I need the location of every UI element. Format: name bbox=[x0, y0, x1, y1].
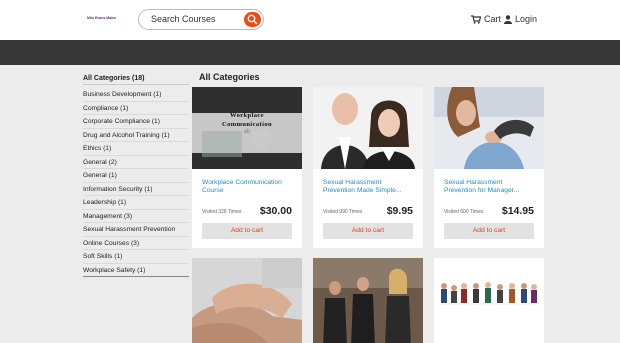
course-card[interactable] bbox=[192, 258, 302, 343]
category-item[interactable]: General (1) bbox=[83, 169, 189, 183]
course-title[interactable]: Workplace Communication Course bbox=[202, 179, 294, 195]
category-item[interactable]: Management (3) bbox=[83, 210, 189, 223]
login-label: Login bbox=[515, 14, 538, 24]
cart-icon bbox=[471, 14, 481, 24]
search-icon bbox=[247, 14, 258, 25]
site-logo[interactable]: Milo Evans Maine (MTM) bbox=[87, 15, 117, 21]
svg-text:ab: ab bbox=[244, 129, 251, 135]
course-card[interactable]: ab Workplace Communication Workplace Com… bbox=[192, 87, 302, 248]
category-item[interactable]: Leadership (1) bbox=[83, 196, 189, 210]
search-bar[interactable]: Search Courses bbox=[138, 9, 264, 30]
course-card[interactable] bbox=[313, 258, 423, 343]
course-card[interactable]: Sexual Harassment Prevention for Manager… bbox=[434, 87, 544, 248]
category-item[interactable]: Workplace Safety (1) bbox=[83, 264, 189, 277]
category-item[interactable]: Soft Skills (1) bbox=[83, 250, 189, 264]
course-image[interactable] bbox=[434, 87, 544, 169]
category-item[interactable]: Corporate Compliance (1) bbox=[83, 115, 189, 129]
banner-band bbox=[0, 40, 620, 65]
add-to-cart-button[interactable]: Add to cart bbox=[444, 223, 534, 239]
cart-link[interactable]: Cart bbox=[471, 14, 501, 24]
category-sidebar: All Categories (18) Business Development… bbox=[83, 73, 189, 277]
category-item[interactable]: General (2) bbox=[83, 156, 189, 169]
course-image[interactable] bbox=[434, 258, 544, 343]
category-item[interactable]: Business Development (1) bbox=[83, 88, 189, 102]
course-image[interactable]: ab Workplace Communication bbox=[192, 87, 302, 169]
login-link[interactable]: Login bbox=[504, 14, 537, 24]
category-item[interactable]: Ethics (1) bbox=[83, 142, 189, 156]
category-item[interactable]: Information Security (1) bbox=[83, 183, 189, 196]
add-to-cart-button[interactable]: Add to cart bbox=[202, 223, 292, 239]
course-price: $30.00 bbox=[259, 205, 292, 217]
search-input[interactable]: Search Courses bbox=[151, 14, 216, 24]
page-title: All Categories bbox=[199, 72, 260, 82]
visited-count: Visited 600 Times bbox=[444, 209, 484, 215]
user-icon bbox=[504, 14, 512, 24]
course-card[interactable]: Sexual Harassment Prevention Made Simple… bbox=[313, 87, 423, 248]
course-title[interactable]: Sexual Harassment Prevention for Manager… bbox=[444, 179, 536, 195]
add-to-cart-button[interactable]: Add to cart bbox=[323, 223, 413, 239]
category-item[interactable]: Compliance (1) bbox=[83, 102, 189, 115]
category-item[interactable]: Drug and Alcohol Training (1) bbox=[83, 129, 189, 142]
category-item[interactable]: Sexual Harassment Prevention bbox=[83, 223, 189, 237]
course-price: $14.95 bbox=[501, 205, 534, 217]
site-header: Milo Evans Maine (MTM) Search Courses Ca… bbox=[0, 0, 620, 40]
visited-count: Visited 328 Times bbox=[202, 209, 242, 215]
visited-count: Visited 990 Times bbox=[323, 209, 363, 215]
search-button[interactable] bbox=[244, 12, 261, 27]
category-all[interactable]: All Categories (18) bbox=[83, 73, 189, 85]
cart-label: Cart bbox=[484, 14, 502, 24]
course-image[interactable] bbox=[192, 258, 302, 343]
image-caption: Workplace Communication bbox=[222, 112, 272, 128]
course-card[interactable] bbox=[434, 258, 544, 343]
course-price: $9.95 bbox=[386, 205, 413, 217]
category-item[interactable]: Online Courses (3) bbox=[83, 237, 189, 250]
course-image[interactable] bbox=[313, 87, 423, 169]
course-title[interactable]: Sexual Harassment Prevention Made Simple… bbox=[323, 179, 415, 195]
course-image[interactable] bbox=[313, 258, 423, 343]
